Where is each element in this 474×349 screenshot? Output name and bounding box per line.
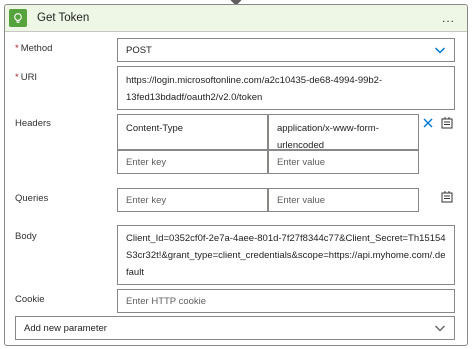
chevron-down-icon — [434, 47, 446, 54]
cookie-label: Cookie — [15, 294, 45, 305]
method-value: POST — [126, 45, 152, 56]
close-icon[interactable] — [422, 117, 434, 129]
add-new-parameter-dropdown[interactable]: Add new parameter — [15, 316, 455, 340]
uri-value: https://login.microsoftonline.com/a2c104… — [126, 75, 383, 103]
header-key-input-empty[interactable]: Enter key — [117, 150, 268, 174]
queries-label: Queries — [15, 193, 49, 204]
body-value: Client_Id=0352cf0f-2e7a-4aee-801d-7f27f8… — [126, 233, 446, 278]
method-label: * Method — [15, 43, 53, 54]
card-header[interactable]: Get Token ... — [5, 5, 467, 32]
body-label: Body — [15, 231, 37, 242]
cookie-input[interactable]: Enter HTTP cookie — [117, 289, 455, 313]
lightbulb-icon — [9, 9, 27, 27]
uri-label: * URI — [15, 72, 38, 83]
query-key-input[interactable]: Enter key — [117, 188, 268, 212]
uri-input[interactable]: https://login.microsoftonline.com/a2c104… — [117, 66, 455, 110]
more-options-icon[interactable]: ... — [442, 11, 455, 25]
switch-to-text-mode-icon[interactable] — [440, 116, 454, 130]
chevron-down-icon — [435, 325, 445, 332]
method-dropdown[interactable]: POST — [117, 38, 455, 62]
query-value-input[interactable]: Enter value — [268, 188, 419, 212]
header-value-input[interactable]: application/x-www-form-urlencoded — [268, 114, 419, 150]
switch-to-text-mode-icon[interactable] — [440, 190, 454, 204]
header-key-input[interactable]: Content-Type — [117, 114, 268, 150]
action-title: Get Token — [37, 12, 90, 24]
action-card: Get Token ... * Method POST * URI https://… — [4, 4, 468, 346]
headers-label: Headers — [15, 118, 51, 129]
body-input[interactable]: Client_Id=0352cf0f-2e7a-4aee-801d-7f27f8… — [117, 225, 455, 285]
header-value-input-empty[interactable]: Enter value — [268, 150, 419, 174]
